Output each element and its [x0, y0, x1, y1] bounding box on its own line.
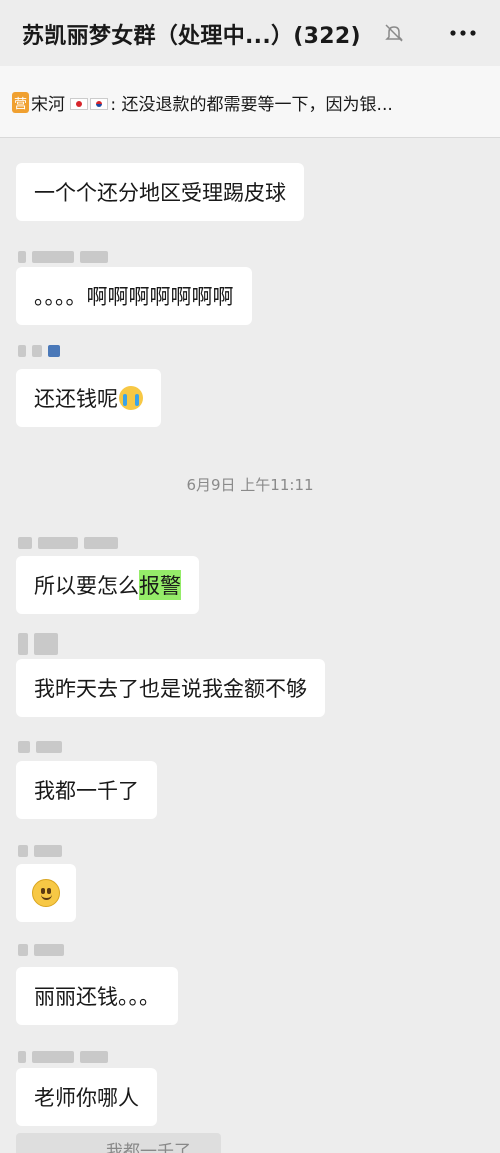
- sender-name-redacted: [18, 537, 118, 551]
- crying-emoji-icon: [119, 386, 143, 410]
- message-bubble[interactable]: 我都一千了: [16, 761, 157, 819]
- message-bubble[interactable]: 老师你哪人: [16, 1068, 157, 1126]
- group-badge: 营: [12, 92, 30, 113]
- sender-name-redacted: [18, 845, 62, 859]
- pinned-text: : 还没退款的都需要等一下，因为银...: [110, 95, 393, 115]
- pinned-sender: 宋河: [31, 95, 66, 115]
- message-bubble[interactable]: 。。。。啊啊啊啊啊啊啊: [16, 267, 252, 325]
- more-icon[interactable]: [448, 22, 478, 44]
- message-bubble[interactable]: 我昨天去了也是说我金额不够: [16, 659, 325, 717]
- quoted-message[interactable]: 我都一千了: [16, 1133, 221, 1153]
- message-bubble[interactable]: 一个个还分地区受理踢皮球: [16, 163, 304, 221]
- chat-title[interactable]: 苏凯丽梦女群（处理中...）(322): [22, 18, 361, 50]
- message-bubble[interactable]: 所以要怎么 报警: [16, 556, 199, 614]
- sender-name-redacted: [18, 251, 108, 265]
- korea-flag-icon: [90, 98, 109, 110]
- smile-emoji-icon: [32, 879, 60, 907]
- sender-name-redacted: [18, 741, 62, 755]
- sender-name-redacted: [18, 944, 64, 958]
- pinned-announcement[interactable]: 营宋河 : 还没退款的都需要等一下，因为银...: [0, 66, 500, 138]
- highlighted-keyword: 报警: [139, 570, 181, 600]
- message-bubble[interactable]: 丽丽还钱。。。: [16, 967, 178, 1025]
- sender-name-redacted: [18, 633, 58, 655]
- sender-name-redacted: [18, 345, 60, 359]
- japan-flag-icon: [70, 98, 89, 110]
- chat-header: 苏凯丽梦女群（处理中...）(322): [0, 0, 500, 66]
- message-timestamp: 6月9日 上午11:11: [186, 476, 314, 494]
- message-bubble[interactable]: 还还钱呢: [16, 369, 161, 427]
- bell-off-icon: [385, 24, 403, 42]
- sender-name-redacted: [18, 1051, 108, 1065]
- emoji-message-bubble[interactable]: [16, 864, 76, 922]
